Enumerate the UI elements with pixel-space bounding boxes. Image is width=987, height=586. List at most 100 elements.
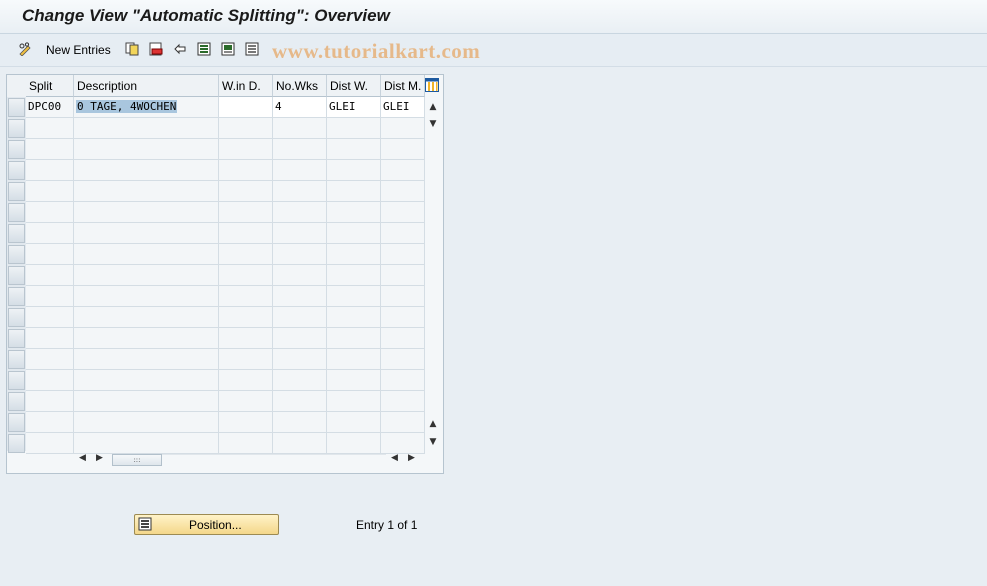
cell-no-wks [273, 391, 327, 412]
column-header-dist-w[interactable]: Dist W. [327, 75, 381, 97]
horizontal-scrollbar[interactable]: ◀ ▶ ::: ◀ ▶ [7, 451, 443, 467]
cell-dist-w[interactable]: GLEI [327, 97, 381, 118]
row-selector[interactable] [8, 98, 25, 117]
scroll-up-icon[interactable]: ▲ [428, 102, 438, 112]
row-selector[interactable] [8, 182, 25, 201]
row-selector[interactable] [8, 308, 25, 327]
cell-no-wks [273, 286, 327, 307]
cell-w-in-d [219, 139, 273, 160]
cell-split [26, 223, 74, 244]
row-selector[interactable] [8, 203, 25, 222]
delete-icon[interactable] [149, 42, 163, 56]
cell-dist-m [381, 412, 425, 433]
cell-w-in-d [219, 244, 273, 265]
row-selector[interactable] [8, 392, 25, 411]
row-selector[interactable] [8, 266, 25, 285]
cell-split [26, 160, 74, 181]
cell-split [26, 202, 74, 223]
row-selector[interactable] [8, 161, 25, 180]
description-text: 0 TAGE, 4WOCHEN [76, 100, 178, 113]
cell-no-wks [273, 244, 327, 265]
cell-description [74, 160, 219, 181]
cell-dist-w [327, 328, 381, 349]
deselect-all-icon[interactable] [245, 42, 259, 56]
cell-no-wks [273, 328, 327, 349]
cell-dist-m[interactable]: GLEI [381, 97, 425, 118]
select-all-icon[interactable] [197, 42, 211, 56]
scroll-right-end-icon[interactable]: ▶ [408, 453, 415, 463]
column-header-description[interactable]: Description [74, 75, 219, 97]
scroll-left-icon[interactable]: ◀ [79, 453, 86, 463]
row-selector[interactable] [8, 140, 25, 159]
scroll-left-end-icon[interactable]: ◀ [391, 453, 398, 463]
row-selector[interactable] [8, 350, 25, 369]
cell-dist-m [381, 139, 425, 160]
cell-description [74, 202, 219, 223]
cell-dist-m [381, 391, 425, 412]
row-selector[interactable] [8, 413, 25, 432]
cell-w-in-d [219, 223, 273, 244]
pencil-glasses-icon[interactable] [18, 42, 32, 56]
cell-no-wks [273, 202, 327, 223]
select-all-rows-corner[interactable] [7, 75, 27, 98]
vertical-scrollbar[interactable]: ▲ ▼ ▲ ▼ [425, 97, 441, 450]
cell-description [74, 328, 219, 349]
cell-no-wks [273, 139, 327, 160]
row-selector[interactable] [8, 287, 25, 306]
undo-icon[interactable] [173, 42, 187, 56]
cell-split [26, 412, 74, 433]
cell-description [74, 412, 219, 433]
table-settings-icon[interactable] [425, 78, 439, 92]
cell-description [74, 118, 219, 139]
position-button[interactable]: Position... [134, 514, 279, 535]
page-up-icon[interactable]: ▼ [428, 119, 438, 129]
scroll-right-icon[interactable]: ▶ [96, 453, 103, 463]
cell-w-in-d [219, 307, 273, 328]
cell-dist-w [327, 307, 381, 328]
cell-no-wks [273, 349, 327, 370]
scroll-down-icon[interactable]: ▼ [428, 437, 438, 447]
select-block-icon[interactable] [221, 42, 235, 56]
page-down-icon[interactable]: ▲ [428, 419, 438, 429]
cell-split [26, 265, 74, 286]
cell-dist-w [327, 391, 381, 412]
cell-dist-m [381, 349, 425, 370]
cell-dist-w [327, 244, 381, 265]
cell-split [26, 286, 74, 307]
row-selector[interactable] [8, 329, 25, 348]
cell-dist-w [327, 349, 381, 370]
cell-no-wks [273, 265, 327, 286]
cell-dist-m [381, 160, 425, 181]
cell-dist-w [327, 202, 381, 223]
column-header-split[interactable]: Split [26, 75, 74, 97]
cell-dist-m [381, 370, 425, 391]
row-selector[interactable] [8, 371, 25, 390]
cell-w-in-d [219, 265, 273, 286]
new-entries-button[interactable]: New Entries [46, 43, 111, 57]
horizontal-scroll-thumb[interactable]: ::: [112, 454, 162, 466]
cell-no-wks[interactable]: 4 [273, 97, 327, 118]
cell-description [74, 181, 219, 202]
position-button-label: Position... [189, 518, 242, 532]
cell-w-in-d [219, 286, 273, 307]
cell-description [74, 349, 219, 370]
cell-dist-w [327, 181, 381, 202]
row-selector[interactable] [8, 224, 25, 243]
cell-split: DPC00 [26, 97, 74, 118]
cell-dist-m [381, 118, 425, 139]
cell-description [74, 307, 219, 328]
row-selector[interactable] [8, 119, 25, 138]
cell-w-in-d[interactable] [219, 97, 273, 118]
cell-split [26, 349, 74, 370]
cell-no-wks [273, 223, 327, 244]
column-header-dist-m[interactable]: Dist M. [381, 75, 425, 97]
copy-icon[interactable] [125, 42, 139, 56]
cell-no-wks [273, 160, 327, 181]
cell-split [26, 139, 74, 160]
cell-dist-m [381, 286, 425, 307]
row-selector[interactable] [8, 245, 25, 264]
column-header-w-in-d[interactable]: W.in D. [219, 75, 273, 97]
cell-split [26, 307, 74, 328]
column-header-no-wks[interactable]: No.Wks [273, 75, 327, 97]
application-toolbar: New Entries www.tutorialkart.com [0, 34, 987, 67]
